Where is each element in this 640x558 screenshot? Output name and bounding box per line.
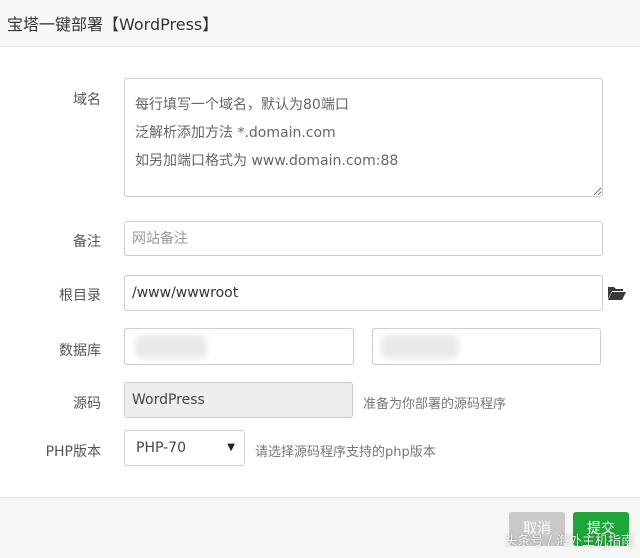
- dialog-header: 宝塔一键部署【WordPress】: [0, 0, 640, 47]
- redacted-region: [381, 335, 459, 359]
- domain-label: 域名: [73, 92, 101, 108]
- folder-open-icon[interactable]: [607, 285, 627, 301]
- caret-down-icon: ▼: [227, 442, 235, 453]
- php-label: PHP版本: [45, 444, 101, 460]
- note-input[interactable]: [124, 221, 603, 256]
- php-hint: 请选择源码程序支持的php版本: [255, 445, 436, 460]
- dialog-footer: 取消 提交 头条号 / 海外主机指南: [0, 497, 640, 558]
- php-version-value: PHP-70: [136, 440, 186, 456]
- root-path-input[interactable]: [124, 275, 603, 311]
- source-value: WordPress: [132, 392, 205, 408]
- database-label: 数据库: [59, 343, 101, 359]
- database-name-input[interactable]: [124, 328, 354, 365]
- redacted-region: [135, 335, 207, 359]
- php-version-select[interactable]: PHP-70 ▼: [124, 430, 245, 466]
- database-password-input[interactable]: [372, 328, 601, 365]
- source-label: 源码: [73, 396, 101, 412]
- watermark-text: 头条号 / 海外主机指南: [504, 534, 634, 549]
- domain-textarea[interactable]: [124, 78, 603, 197]
- source-hint: 准备为你部署的源码程序: [363, 397, 507, 412]
- note-label: 备注: [73, 234, 101, 250]
- root-label: 根目录: [59, 288, 101, 304]
- source-readonly-field: WordPress: [124, 382, 353, 418]
- dialog-title: 宝塔一键部署【WordPress】: [7, 15, 219, 34]
